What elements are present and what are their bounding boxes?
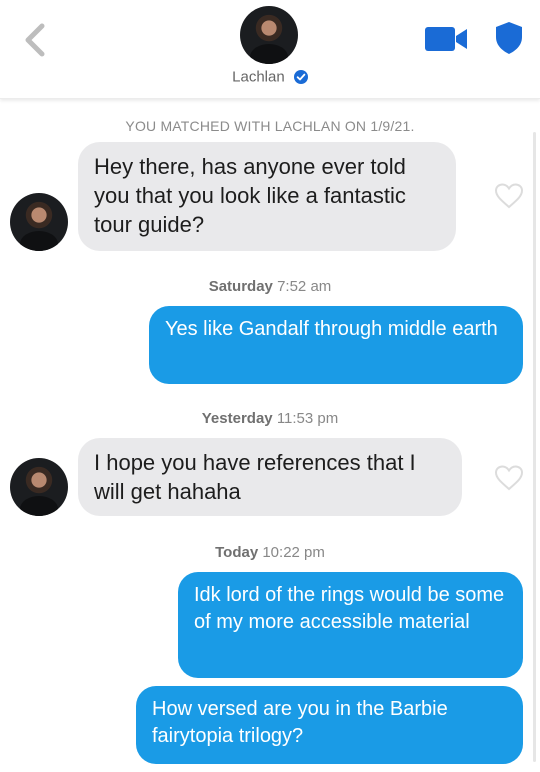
- chevron-left-icon[interactable]: [16, 20, 56, 60]
- verified-check-icon: [293, 70, 308, 85]
- chat-header: Lachlan: [0, 0, 540, 99]
- scrollbar[interactable]: [533, 132, 536, 762]
- match-name-label: Lachlan: [232, 68, 285, 86]
- heart-icon[interactable]: [495, 465, 523, 491]
- match-banner: YOU MATCHED WITH LACHLAN ON 1/9/21.: [125, 118, 415, 134]
- timestamp-time: 11:53 pm: [276, 410, 339, 427]
- message-bubble-incoming: I hope you have references that I will g…: [78, 438, 462, 516]
- avatar[interactable]: [10, 193, 68, 251]
- timestamp-day: Saturday: [208, 278, 273, 295]
- message-bubble-outgoing: Idk lord of the rings would be some of m…: [178, 572, 523, 678]
- shield-icon[interactable]: [494, 21, 524, 55]
- message-bubble-outgoing: Yes like Gandalf through middle earth: [149, 306, 523, 384]
- message-timestamp: Yesterday 11:53 pm: [0, 410, 540, 427]
- match-name[interactable]: Lachlan: [0, 68, 540, 86]
- message-bubble-incoming: Hey there, has anyone ever told you that…: [78, 142, 456, 251]
- avatar[interactable]: [10, 458, 68, 516]
- message-bubble-outgoing: How versed are you in the Barbie fairyto…: [136, 686, 523, 764]
- timestamp-day: Today: [215, 544, 259, 561]
- video-camera-icon[interactable]: [425, 27, 467, 51]
- timestamp-day: Yesterday: [201, 410, 273, 427]
- avatar[interactable]: [240, 6, 298, 64]
- timestamp-time: 10:22 pm: [262, 544, 325, 561]
- heart-icon[interactable]: [495, 183, 523, 209]
- message-timestamp: Saturday 7:52 am: [0, 278, 540, 295]
- timestamp-time: 7:52 am: [277, 278, 332, 295]
- message-timestamp: Today 10:22 pm: [0, 544, 540, 561]
